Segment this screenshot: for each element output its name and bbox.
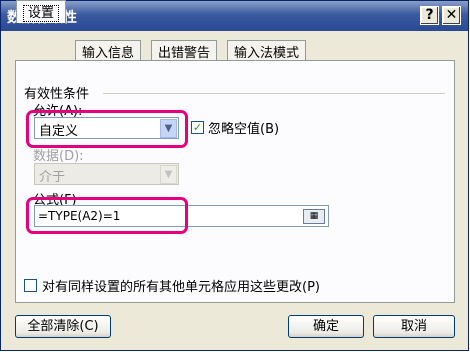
ok-button[interactable]: 确定 <box>288 315 364 338</box>
data-label: 数据(D): <box>33 149 84 164</box>
apply-all-label: 对有同样设置的所有其他单元格应用这些更改(P) <box>42 280 320 295</box>
ignore-blank-label: 忽略空值(B) <box>208 122 280 137</box>
range-select-icon[interactable]: ▦ <box>303 209 325 224</box>
tab-ime-mode[interactable]: 输入法模式 <box>227 40 307 61</box>
tab-error-alert[interactable]: 出错警告 <box>151 40 218 61</box>
data-select[interactable]: 介于 ▼ <box>34 163 179 185</box>
clear-all-button[interactable]: 全部清除(C) <box>15 315 111 338</box>
chevron-down-icon: ▼ <box>160 165 177 184</box>
ignore-blank-checkbox[interactable]: ✓ <box>191 121 204 134</box>
highlight-allow <box>26 110 188 148</box>
tab-input-message[interactable]: 输入信息 <box>75 40 142 61</box>
help-button[interactable]: ? <box>420 6 439 25</box>
close-button[interactable]: ✕ <box>442 6 461 25</box>
highlight-formula <box>26 197 188 234</box>
apply-all-checkbox[interactable] <box>24 279 37 292</box>
tab-settings-label: 设置 <box>23 5 60 22</box>
tab-settings[interactable]: 设置 <box>16 0 67 23</box>
group-divider <box>103 93 445 94</box>
cancel-button[interactable]: 取消 <box>373 315 455 338</box>
title-bar: 数据有效性 ? ✕ <box>1 1 468 31</box>
data-select-value: 介于 <box>39 170 66 185</box>
